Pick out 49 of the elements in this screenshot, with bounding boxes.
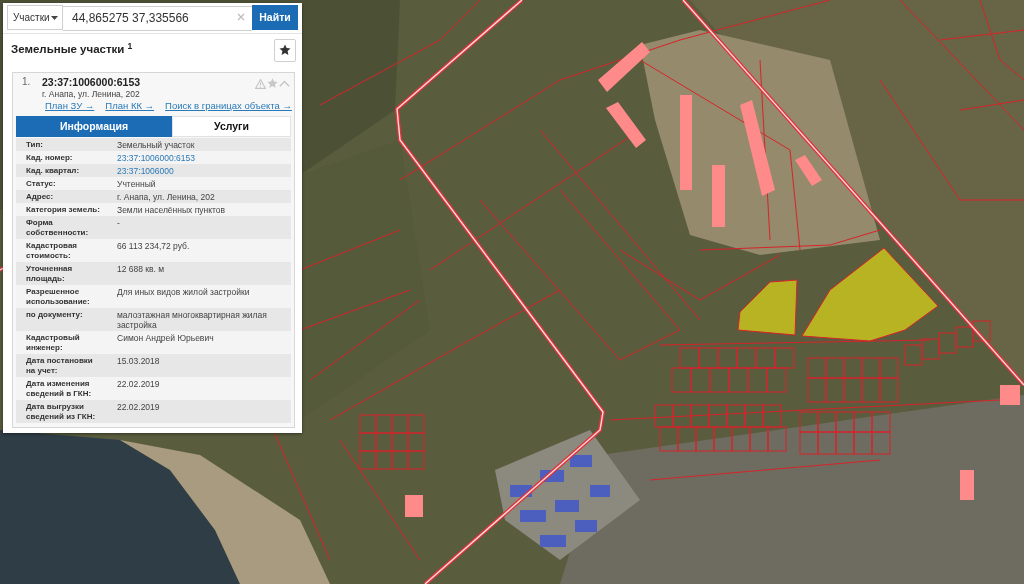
- field-value: 22.02.2019: [117, 401, 160, 412]
- item-index: 1.: [21, 75, 32, 89]
- field-value: Земли населённых пунктов: [117, 204, 226, 215]
- star-icon: [279, 44, 291, 56]
- field-value: малоэтажная многоквартирная жилая застройка: [117, 309, 268, 330]
- results-title: Земельные участки $^{1}$: [11, 41, 133, 58]
- cadastral-number: 23:37:1006000:6153: [42, 75, 141, 89]
- field-value: 15.03.2018: [117, 355, 160, 366]
- field-label: по документу:: [26, 309, 83, 319]
- field-label: Разрешенное использование:: [26, 286, 90, 306]
- clear-icon[interactable]: [237, 13, 245, 21]
- text-link[interactable]: Поиск в границах объекта →: [165, 100, 293, 112]
- field-value: 12 688 кв. м: [117, 263, 165, 274]
- field-value: Земельный участок: [117, 139, 195, 150]
- field-label: Кад. квартал:: [26, 165, 80, 175]
- parcel-address: г. Анапа, ул. Ленина, 202: [42, 89, 140, 99]
- favorite-button[interactable]: [274, 38, 296, 62]
- field-label: Кадастровая стоимость:: [26, 240, 78, 260]
- field-value: 22.02.2019: [117, 378, 160, 389]
- field-label: Уточненная площадь:: [26, 263, 73, 283]
- field-value: Учтенный: [117, 178, 156, 189]
- field-value: -: [117, 217, 120, 228]
- field-label: Статус:: [26, 178, 56, 188]
- field-label: Тип:: [26, 139, 43, 149]
- field-label: Дата постановки на учет:: [26, 355, 93, 375]
- field-value: 66 113 234,72 руб.: [117, 240, 190, 251]
- field-label: Адрес:: [26, 191, 54, 201]
- field-label: Категория земель:: [26, 204, 100, 214]
- field-value: Симон Андрей Юрьевич: [117, 332, 214, 343]
- field-label: Кадастровый инженер:: [26, 332, 80, 352]
- field-label: Кад. номер:: [26, 152, 73, 162]
- caret-icon[interactable]: [279, 80, 290, 87]
- value-link[interactable]: 23:37:1006000: [117, 165, 174, 176]
- warning-icon[interactable]: [255, 78, 266, 89]
- star-icon[interactable]: [267, 78, 278, 89]
- text-link[interactable]: План КК →: [105, 100, 155, 112]
- tab[interactable]: Услуги: [172, 116, 291, 137]
- field-label: Дата выгрузки сведений из ГКН:: [26, 401, 96, 421]
- field-label: Дата изменения сведений в ГКН:: [26, 378, 92, 398]
- text-link[interactable]: План ЗУ →: [45, 100, 95, 112]
- field-value: Для иных видов жилой застройки: [117, 286, 250, 297]
- search-button[interactable]: Найти: [252, 5, 298, 30]
- field-label: Форма собственности:: [26, 217, 89, 237]
- value-link[interactable]: 23:37:1006000:6153: [117, 152, 195, 163]
- scope-dropdown[interactable]: Участки: [7, 5, 63, 30]
- caret-icon: [51, 15, 58, 20]
- tab[interactable]: Информация: [16, 116, 172, 137]
- search-field[interactable]: 44,865275 37,335566: [63, 5, 252, 31]
- field-value: г. Анапа, ул. Ленина, 202: [117, 191, 215, 202]
